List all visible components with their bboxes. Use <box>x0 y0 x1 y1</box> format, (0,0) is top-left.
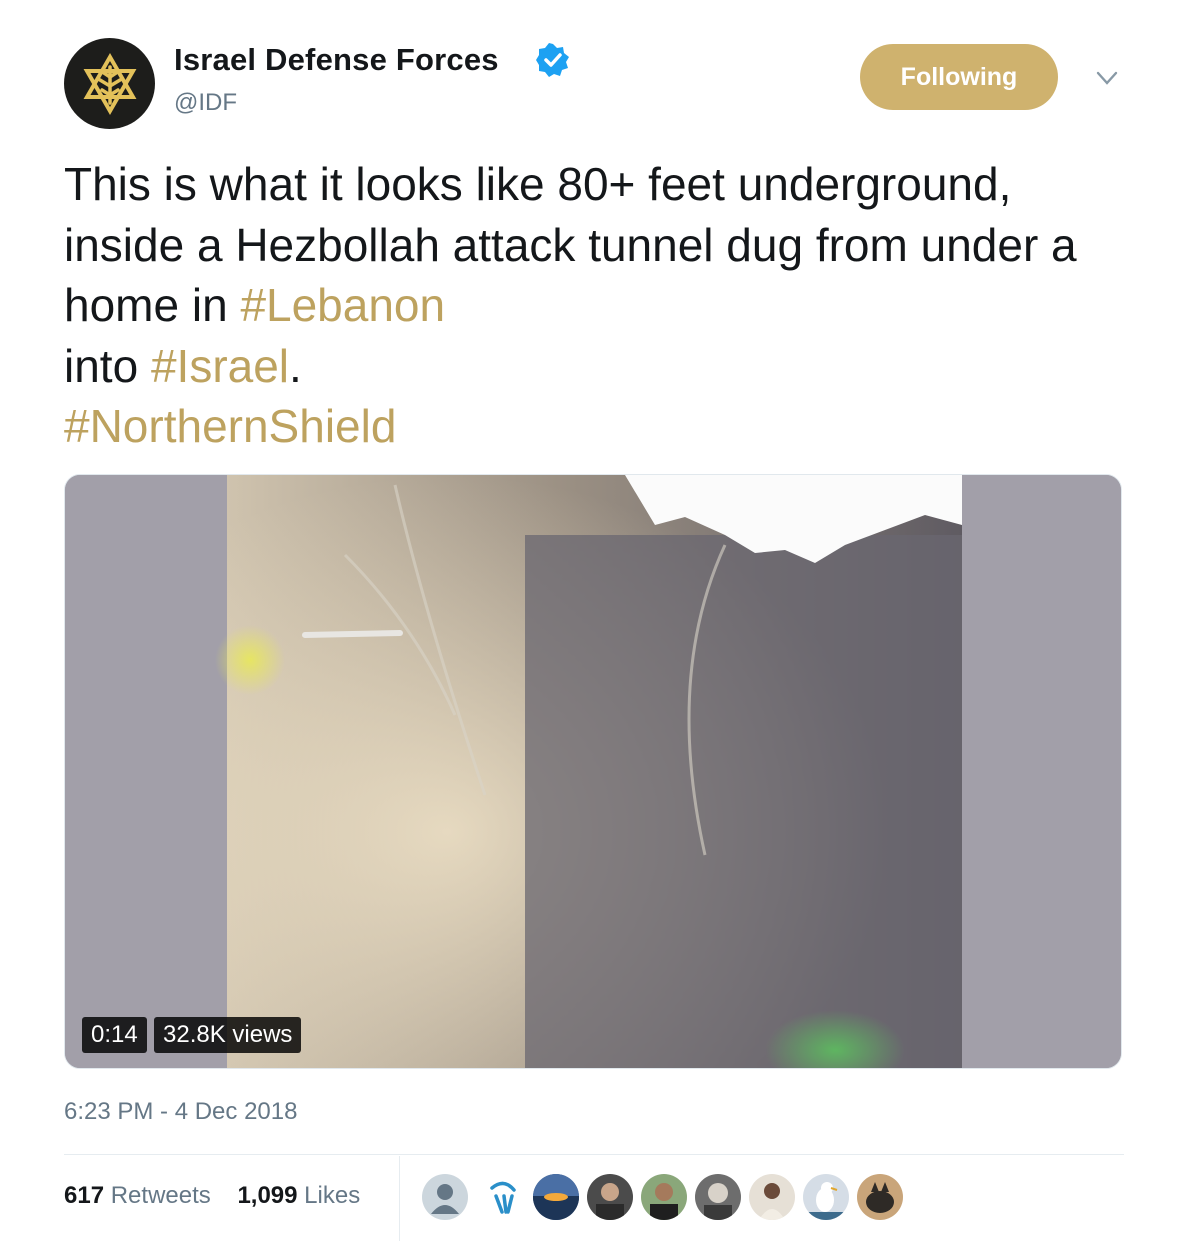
retweets-count: 617 <box>64 1182 105 1209</box>
hashtag-israel[interactable]: #Israel <box>151 340 289 392</box>
verified-badge-icon <box>536 43 569 77</box>
sunset-avatar-icon[interactable] <box>533 1174 579 1220</box>
video-duration: 0:14 <box>82 1017 147 1053</box>
following-button[interactable]: Following <box>860 44 1058 110</box>
retweets-stat[interactable]: 617 Retweets <box>64 1182 211 1209</box>
video-player[interactable]: 0:14 32.8K views <box>64 474 1122 1069</box>
animal-avatar-icon[interactable] <box>857 1174 903 1220</box>
tweet-text: This is what it looks like 80+ feet unde… <box>64 154 1124 457</box>
video-views: 32.8K views <box>154 1017 302 1053</box>
likes-count: 1,099 <box>237 1182 298 1209</box>
person-avatar-icon[interactable] <box>641 1174 687 1220</box>
retweets-label: Retweets <box>110 1182 211 1209</box>
divider <box>64 1154 1124 1155</box>
handle[interactable]: @IDF <box>174 89 237 117</box>
hashtag-northernshield[interactable]: #NorthernShield <box>64 400 396 452</box>
default-avatar-icon[interactable] <box>422 1174 468 1220</box>
idf-emblem-icon[interactable] <box>64 38 155 129</box>
person-avatar-icon[interactable] <box>695 1174 741 1220</box>
likes-stat[interactable]: 1,099 Likes <box>237 1182 360 1209</box>
likes-label: Likes <box>304 1182 361 1209</box>
person-avatar-icon[interactable] <box>749 1174 795 1220</box>
tweet-timestamp[interactable]: 6:23 PM - 4 Dec 2018 <box>64 1098 297 1126</box>
display-name[interactable]: Israel Defense Forces <box>174 42 499 78</box>
seagull-avatar-icon[interactable] <box>803 1174 849 1220</box>
logo-avatar-icon[interactable] <box>480 1174 526 1220</box>
tweet-body-text-into: into <box>64 339 151 392</box>
video-frame <box>65 475 1121 1068</box>
tweet-body-text: This is what it looks like 80+ feet unde… <box>64 158 1090 331</box>
hashtag-lebanon[interactable]: #Lebanon <box>240 279 445 331</box>
tweet-body-period: . <box>289 339 302 392</box>
tweet-header: Israel Defense Forces @IDF Following <box>64 34 1124 129</box>
chevron-down-icon[interactable] <box>1096 70 1118 86</box>
tweet-stats: 617 Retweets 1,099 Likes <box>64 1182 360 1210</box>
stats-divider <box>399 1156 400 1241</box>
person-avatar-icon[interactable] <box>587 1174 633 1220</box>
